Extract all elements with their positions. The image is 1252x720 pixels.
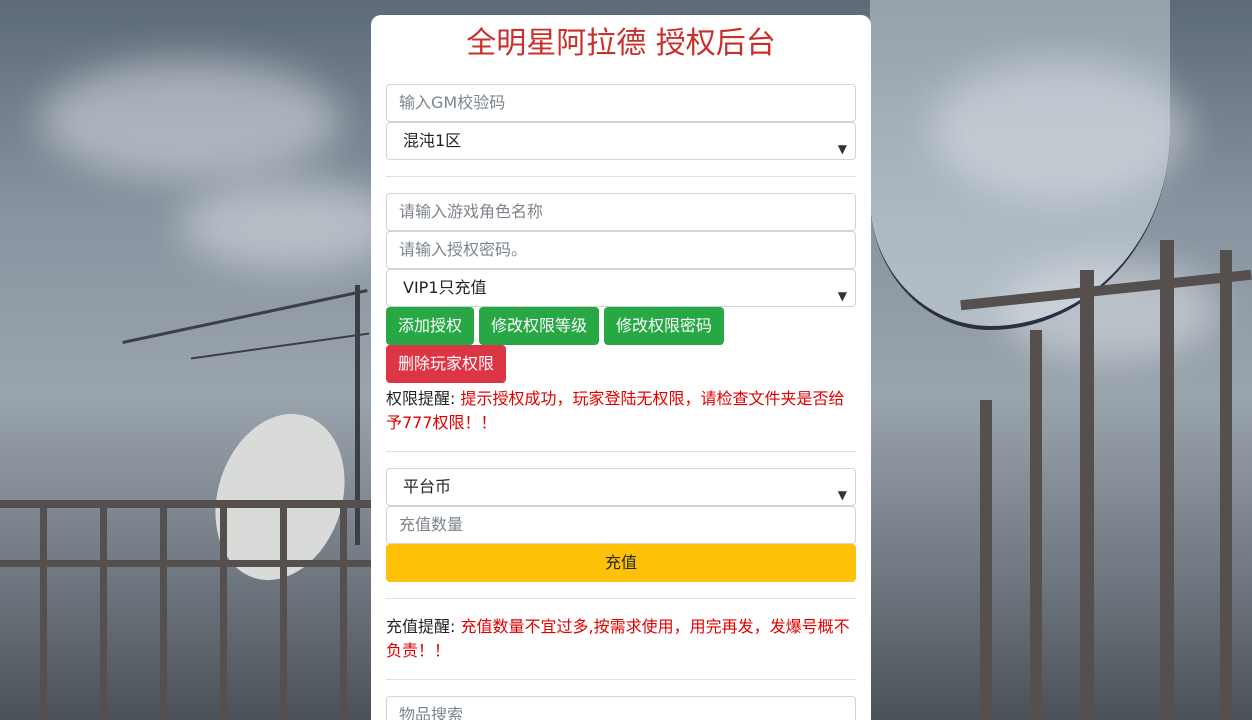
gm-code-input[interactable]: 输入GM校验码 <box>386 84 856 122</box>
item-search-input[interactable]: 物品搜索 <box>386 696 856 720</box>
page-title: 全明星阿拉德 授权后台 <box>466 26 776 61</box>
currency-select[interactable]: 平台币 ▼ <box>386 468 856 506</box>
recharge-amount-input[interactable]: 充值数量 <box>386 506 856 544</box>
recharge-notice: 充值提醒: 充值数量不宜过多,按需求使用，用完再发，发爆号概不负责！！ <box>386 615 856 663</box>
divider <box>386 451 856 452</box>
auth-panel: 全明星阿拉德 授权后台 输入GM校验码 混沌1区 ▼ 请输入游戏角色名称 请输入… <box>371 15 871 720</box>
auth-notice-label: 权限提醒: <box>386 389 456 408</box>
add-auth-button[interactable]: 添加授权 <box>386 307 475 345</box>
divider <box>386 176 856 177</box>
recharge-notice-label: 充值提醒: <box>386 617 456 636</box>
region-select[interactable]: 混沌1区 ▼ <box>386 122 856 160</box>
action-buttons: 添加授权 修改权限等级 修改权限密码 删除玩家权限 <box>386 307 856 383</box>
auth-notice-message: 提示授权成功，玩家登陆无权限，请检查文件夹是否给予777权限！！ <box>386 389 845 432</box>
chevron-down-icon: ▼ <box>837 142 847 156</box>
region-select-value: 混沌1区 <box>403 131 462 150</box>
modify-password-button[interactable]: 修改权限密码 <box>604 307 725 345</box>
delete-auth-button[interactable]: 删除玩家权限 <box>386 345 507 383</box>
divider <box>386 598 856 599</box>
currency-select-value: 平台币 <box>403 477 452 496</box>
role-name-input[interactable]: 请输入游戏角色名称 <box>386 193 856 231</box>
chevron-down-icon: ▼ <box>837 289 847 303</box>
vip-level-select[interactable]: VIP1只充值 ▼ <box>386 269 856 307</box>
auth-notice: 权限提醒: 提示授权成功，玩家登陆无权限，请检查文件夹是否给予777权限！！ <box>386 387 856 435</box>
divider <box>386 679 856 680</box>
modify-level-button[interactable]: 修改权限等级 <box>479 307 600 345</box>
recharge-button[interactable]: 充值 <box>386 544 856 582</box>
recharge-notice-message: 充值数量不宜过多,按需求使用，用完再发，发爆号概不负责！！ <box>386 617 850 660</box>
auth-password-input[interactable]: 请输入授权密码。 <box>386 231 856 269</box>
vip-select-value: VIP1只充值 <box>403 278 487 297</box>
